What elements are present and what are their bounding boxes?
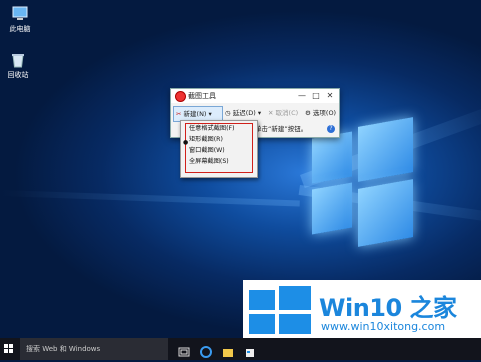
menu-item-free-form[interactable]: 任意格式截图(F) — [189, 124, 235, 134]
menu-item-label: 矩形截图(R) — [189, 136, 223, 143]
toolbar: ✂ 新建(N) ▾ ◷ 延迟(D) ▾ ✕ 取消(C) ⚙ 选项(O) — [171, 105, 339, 122]
windows-logo-icon — [249, 286, 311, 334]
new-snip-menu: 任意格式截图(F) ● 矩形截图(R) 窗口截图(W) 全屏幕截图(S) — [180, 120, 258, 178]
desktop-icon-recycle-bin[interactable]: 回收站 — [0, 52, 38, 80]
site-watermark: Win10 之家 www.win10xitong.com — [243, 280, 481, 338]
new-button-label: 新建(N) — [183, 110, 207, 118]
taskbar: 搜索 Web 和 Windows — [0, 338, 481, 360]
title-bar[interactable]: 截图工具 — □ ✕ — [171, 89, 339, 103]
store-icon[interactable] — [244, 343, 256, 357]
options-button[interactable]: ⚙ 选项(O) — [303, 106, 338, 120]
scissors-icon — [175, 91, 186, 102]
search-placeholder: 搜索 Web 和 Windows — [26, 345, 101, 353]
gear-icon: ⚙ — [305, 109, 311, 117]
cancel-button-label: 取消(C) — [275, 109, 299, 117]
delay-button[interactable]: ◷ 延迟(D) ▾ — [223, 106, 263, 120]
desktop-icon-label: 此电脑 — [9, 25, 31, 33]
watermark-brand: Win10 之家 — [319, 294, 457, 322]
close-button[interactable]: ✕ — [323, 90, 337, 102]
start-button[interactable] — [4, 344, 14, 354]
maximize-button[interactable]: □ — [309, 90, 323, 102]
menu-item-full-screen[interactable]: 全屏幕截图(S) — [189, 157, 229, 167]
wallpaper-beam — [0, 190, 300, 207]
chevron-down-icon: ▾ — [208, 110, 212, 118]
recycle-bin-icon — [9, 52, 27, 68]
scissors-icon: ✂ — [176, 110, 182, 118]
task-view-icon[interactable] — [178, 343, 190, 357]
options-button-label: 选项(O) — [312, 109, 337, 117]
selected-dot-icon: ● — [183, 139, 189, 146]
cancel-button[interactable]: ✕ 取消(C) — [266, 106, 300, 120]
computer-icon — [11, 6, 29, 22]
menu-item-window[interactable]: 窗口截图(W) — [189, 146, 225, 156]
desktop-icon-label: 回收站 — [7, 71, 29, 79]
menu-item-rectangular[interactable]: ● 矩形截图(R) — [183, 135, 223, 146]
edge-browser-icon[interactable] — [200, 343, 212, 358]
chevron-down-icon: ▾ — [257, 109, 262, 117]
help-icon[interactable]: ? — [327, 125, 335, 133]
hint-text: 单击“新建”按钮。 — [255, 125, 308, 133]
minimize-button[interactable]: — — [295, 90, 309, 102]
close-icon: ✕ — [268, 109, 274, 117]
window-title: 截图工具 — [188, 92, 216, 100]
search-box[interactable]: 搜索 Web 和 Windows — [20, 338, 168, 360]
delay-button-label: 延迟(D) — [232, 109, 256, 117]
clock-icon: ◷ — [225, 109, 231, 117]
desktop-icon-this-pc[interactable]: 此电脑 — [0, 6, 40, 34]
watermark-url: www.win10xitong.com — [321, 320, 446, 333]
file-explorer-icon[interactable] — [222, 343, 234, 357]
